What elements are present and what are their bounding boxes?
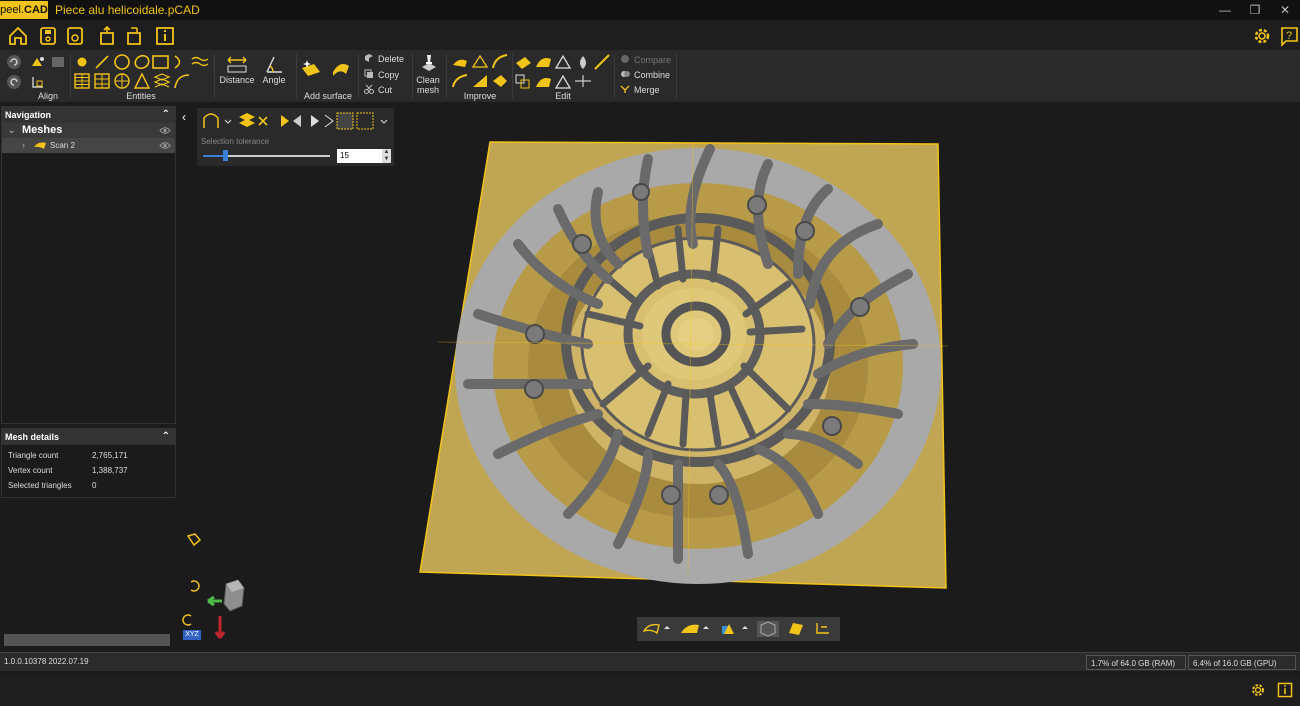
delete-button[interactable]: Delete (378, 54, 404, 64)
align-points-icon[interactable] (30, 74, 46, 90)
chevron-down-icon[interactable]: ⌄ (8, 123, 16, 138)
quick-toolbar: ? (0, 20, 1300, 50)
mesh-details-header: Mesh details ⌃ (2, 429, 175, 445)
combine-button[interactable]: Combine (634, 70, 670, 80)
selection-tool-panel: Selection tolerance 15 ▲ ▼ (197, 108, 394, 166)
merge-button[interactable]: Merge (634, 85, 660, 95)
chevron-up-icon[interactable]: ⌃ (162, 107, 170, 123)
status-bar: 1.0.0.10378 2022.07.19 1.7% of 64.0 GB (… (0, 652, 1300, 671)
home-icon[interactable] (7, 25, 29, 47)
meshes-group-row[interactable]: ⌄ Meshes (2, 123, 175, 138)
close-icon[interactable]: ✕ (1275, 2, 1295, 18)
export-icon[interactable] (123, 25, 145, 47)
restore-icon[interactable]: ❐ (1245, 2, 1265, 18)
edit-group-label: Edit (555, 91, 571, 101)
add-surface-variant-icon[interactable] (330, 58, 352, 80)
align-group-label: Align (37, 91, 58, 101)
angle-icon[interactable] (264, 54, 284, 74)
title-bar: peel.CAD Piece alu helicoidale.pCAD — ❐ … (0, 0, 1300, 20)
edit-tools-icons[interactable] (515, 53, 611, 91)
info-icon[interactable] (1276, 681, 1294, 699)
view-toolbar (637, 617, 840, 641)
delete-icon[interactable] (364, 53, 374, 63)
entities-row1-icons[interactable] (74, 54, 194, 70)
mesh-icon (34, 142, 46, 149)
version-text: 1.0.0.10378 2022.07.19 (4, 657, 89, 666)
import-icon[interactable] (96, 25, 118, 47)
cut-button[interactable]: Cut (378, 85, 392, 95)
tolerance-input[interactable]: 15 (337, 149, 383, 163)
redo-icon[interactable] (6, 74, 22, 90)
info-icon[interactable] (154, 25, 176, 47)
xyz-toggle[interactable]: XYZ (183, 630, 201, 640)
merge-icon[interactable] (620, 84, 630, 94)
mesh-item-scan-2[interactable]: › Scan 2 (2, 138, 175, 153)
copy-button[interactable]: Copy (378, 70, 399, 80)
navigation-panel: Navigation ⌃ ⌄ Meshes › Scan 2 (1, 106, 176, 424)
ram-usage: 1.7% of 64.0 GB (RAM) (1086, 655, 1186, 670)
compare-icon (621, 55, 629, 63)
tolerance-slider-thumb[interactable] (222, 150, 228, 161)
eye-icon[interactable] (159, 141, 171, 150)
settings-gear-icon[interactable] (1251, 25, 1273, 47)
cut-icon[interactable] (364, 84, 374, 94)
align-icon[interactable] (30, 54, 46, 70)
improve-tools-icons[interactable] (451, 53, 511, 91)
distance-icon[interactable] (226, 54, 248, 74)
compare-button[interactable]: Compare (634, 55, 671, 65)
mesh-details-panel: Mesh details ⌃ Triangle count 2,765,171 V… (1, 428, 176, 498)
gpu-usage: 6.4% of 16.0 GB (GPU) (1188, 655, 1296, 670)
settings-gear-icon[interactable] (1249, 681, 1267, 699)
improve-group-label: Improve (463, 91, 497, 101)
ribbon-toolbar: Align Entities Distance Angle Add surfac… (0, 50, 1300, 102)
save-icon[interactable] (37, 25, 59, 47)
distance-button[interactable]: Distance (218, 75, 256, 85)
triangle-count-row: Triangle count 2,765,171 (8, 451, 128, 460)
chevron-right-icon[interactable]: › (22, 138, 25, 153)
footer-bar (0, 674, 1300, 706)
copy-icon[interactable] (364, 69, 374, 79)
selected-triangles-row: Selected triangles 0 (8, 481, 97, 490)
navigation-header: Navigation ⌃ (2, 107, 175, 123)
align-best-fit-icon[interactable] (50, 54, 66, 70)
vertex-count-row: Vertex count 1,388,737 (8, 466, 128, 475)
eye-icon[interactable] (159, 126, 171, 135)
view-mode-icons[interactable] (643, 621, 835, 637)
angle-button[interactable]: Angle (258, 75, 290, 85)
3d-viewport[interactable]: ‹ XYZ (178, 104, 1300, 649)
tolerance-spinner[interactable]: ▲ ▼ (382, 149, 391, 163)
add-surface-group-label: Add surface (303, 91, 353, 101)
help-icon[interactable]: ? (1278, 25, 1300, 47)
entities-row2-icons[interactable] (74, 72, 194, 90)
panel-scrollbar[interactable] (4, 634, 170, 646)
document-title: Piece alu helicoidale.pCAD (55, 3, 200, 17)
combine-icon[interactable] (620, 69, 630, 79)
undo-icon[interactable] (6, 54, 22, 70)
entities-curves-icon[interactable] (191, 56, 209, 68)
clean-mesh-icon[interactable] (418, 53, 440, 75)
clean-mesh-button[interactable]: Clean mesh (413, 75, 443, 95)
app-logo: peel.CAD (0, 1, 48, 19)
mesh-render[interactable] (178, 104, 1300, 649)
selection-tolerance-label: Selection tolerance (201, 137, 270, 146)
chevron-up-icon[interactable]: ⌃ (162, 429, 170, 445)
add-surface-icon[interactable] (300, 58, 322, 80)
minimize-icon[interactable]: — (1215, 2, 1235, 18)
entities-group-label: Entities (126, 91, 156, 101)
save-as-icon[interactable] (64, 25, 86, 47)
svg-text:?: ? (1286, 30, 1292, 42)
selection-mode-icons[interactable] (201, 111, 391, 131)
tolerance-slider-fill (203, 155, 225, 157)
